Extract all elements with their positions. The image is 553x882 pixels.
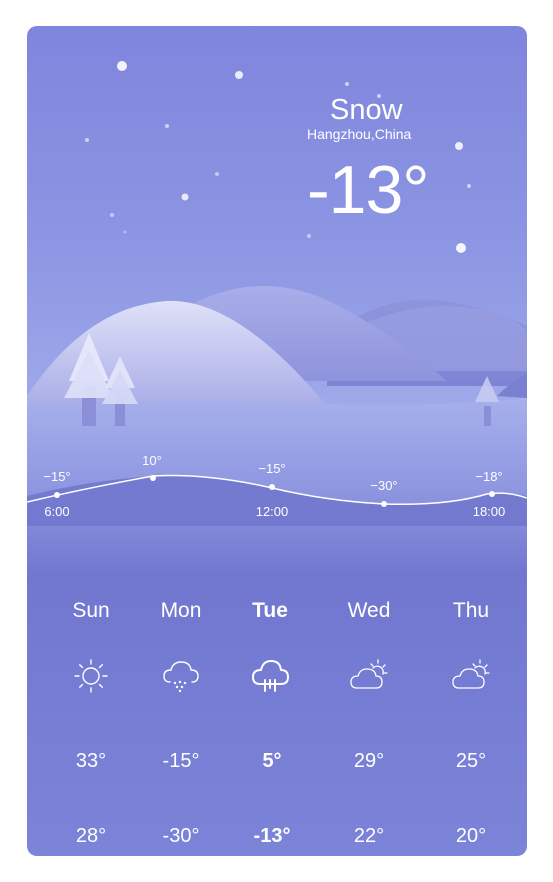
- partly-cloudy-icon: [350, 659, 388, 689]
- location-label: Hangzhou,China: [307, 126, 412, 142]
- high-temp-wed: 29°: [353, 750, 385, 772]
- hourly-temp-1: −15°: [43, 469, 71, 484]
- hourly-time-3: 12:00: [255, 504, 289, 519]
- high-temp-sun: 33°: [75, 750, 107, 772]
- high-temp-tue: 5°: [262, 750, 282, 772]
- day-thu[interactable]: Thu: [421, 599, 521, 623]
- hourly-time-5: 18:00: [472, 504, 506, 519]
- low-temp-mon: -30°: [162, 825, 200, 847]
- high-temp-mon: -15°: [162, 750, 200, 772]
- low-temp-sun: 28°: [75, 825, 107, 847]
- snowy-landscape-illustration: [27, 61, 527, 526]
- low-temp-wed: 22°: [353, 825, 385, 847]
- weather-card: Snow Hangzhou,China -13° −15° 6:00 10° −…: [27, 26, 527, 856]
- partly-cloudy-icon: [452, 659, 490, 689]
- rain-cloud-icon: [252, 660, 289, 692]
- hourly-temp-4: −30°: [370, 478, 398, 493]
- hourly-temp-2: 10°: [142, 453, 162, 468]
- weather-condition: Snow: [330, 94, 403, 126]
- high-temp-thu: 25°: [455, 750, 487, 772]
- hourly-temp-5: −18°: [475, 469, 503, 484]
- low-temp-tue: -13°: [253, 825, 291, 847]
- hourly-temp-3: −15°: [258, 461, 286, 476]
- snow-cloud-icon: [163, 661, 199, 693]
- hourly-time-1: 6:00: [44, 504, 70, 519]
- day-wed[interactable]: Wed: [319, 599, 419, 623]
- day-sun[interactable]: Sun: [41, 599, 141, 623]
- current-temperature: -13°: [307, 152, 429, 228]
- day-tue[interactable]: Tue: [220, 599, 320, 623]
- low-temp-thu: 20°: [455, 825, 487, 847]
- sun-icon: [74, 659, 108, 693]
- day-mon[interactable]: Mon: [131, 599, 231, 623]
